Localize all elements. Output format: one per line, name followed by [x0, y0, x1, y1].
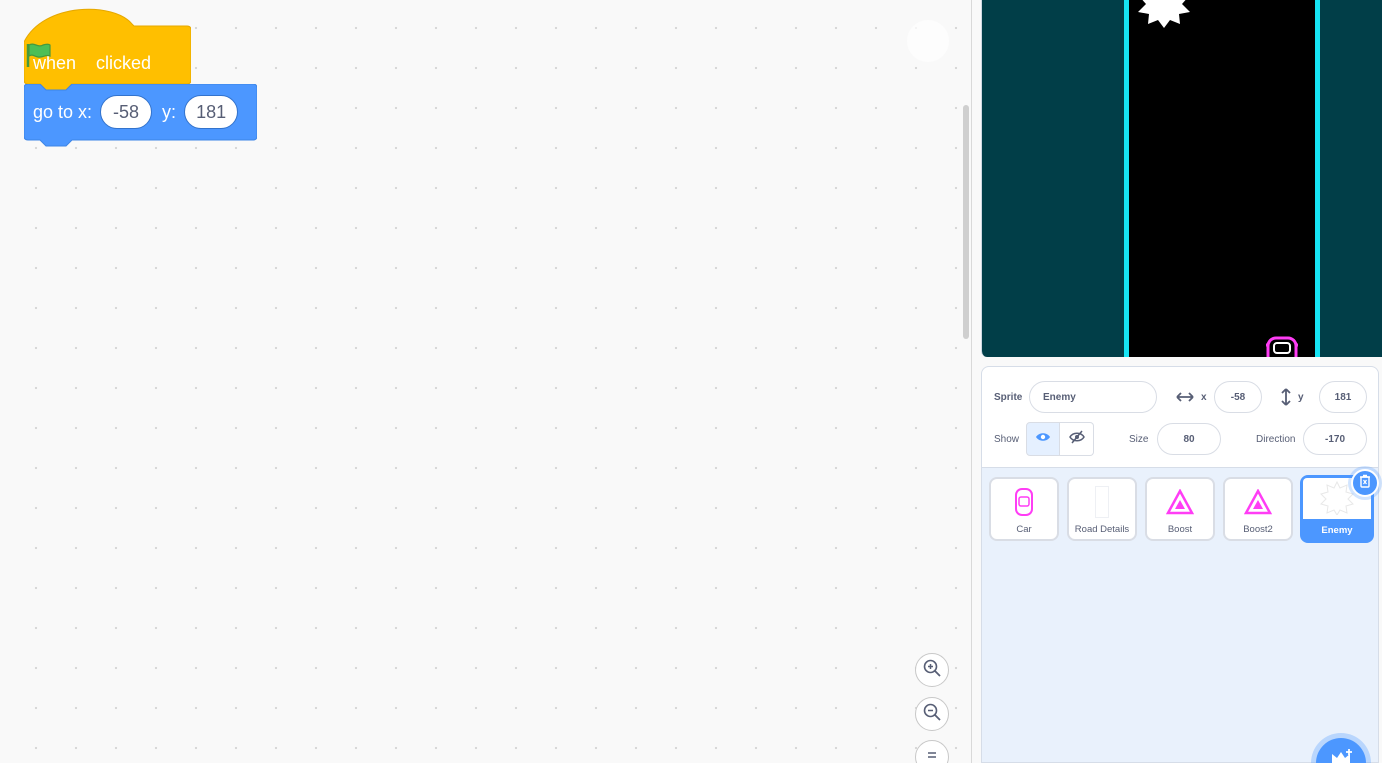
sprite-tile-name: Car: [1016, 524, 1032, 535]
enemy-thumbnail: [1320, 481, 1354, 515]
road: [1124, 0, 1320, 357]
y-arrows-icon: [1279, 387, 1293, 412]
x-input[interactable]: -58: [100, 95, 153, 129]
y-label: y:: [162, 101, 177, 122]
zoom-in-icon: [922, 658, 942, 683]
hat-block-content: when clicked: [24, 42, 151, 84]
clicked-label: clicked: [96, 52, 152, 73]
road-details-thumbnail: [1085, 485, 1119, 519]
car-sprite[interactable]: [1265, 335, 1299, 357]
trash-icon: [1358, 474, 1372, 493]
workspace-scrollbar[interactable]: [963, 105, 969, 339]
x-arrows-icon: [1175, 388, 1195, 411]
car-thumbnail: [1007, 485, 1041, 519]
scratch-editor: when clicked go to x: -58 y: 181 Sprite …: [0, 0, 1382, 763]
code-workspace[interactable]: when clicked go to x: -58 y: 181: [0, 0, 972, 763]
eye-hidden-icon: [1068, 430, 1085, 449]
show-visible-button[interactable]: [1026, 422, 1060, 456]
enemy-sprite[interactable]: [1134, 0, 1194, 28]
workspace-faint-indicator: [907, 20, 949, 62]
sprite-tile-boost2[interactable]: Boost2: [1223, 477, 1293, 541]
stage[interactable]: [981, 0, 1382, 357]
eye-icon: [1035, 430, 1051, 448]
sprite-info-panel: Sprite Enemy x -58 y 181 Show Size 80 Di…: [981, 366, 1379, 468]
sprite-list-panel: Car Road Details Boost Boost2 Enemy: [981, 467, 1379, 763]
y-label: y: [1298, 392, 1304, 403]
x-label: x: [1201, 392, 1207, 403]
zoom-out-button[interactable]: [915, 697, 949, 731]
when-flag-clicked-block[interactable]: when clicked: [24, 8, 191, 91]
zoom-out-icon: [922, 702, 942, 727]
boost-thumbnail: [1163, 485, 1197, 519]
go-to-content: go to x: -58 y: 181: [24, 84, 239, 140]
sprite-tile-car[interactable]: Car: [989, 477, 1059, 541]
sprite-name-input[interactable]: Enemy: [1029, 381, 1157, 413]
sprite-tile-name: Boost: [1167, 524, 1193, 535]
x-position-input[interactable]: -58: [1214, 381, 1262, 413]
y-position-input[interactable]: 181: [1319, 381, 1367, 413]
sprite-tile-road-details[interactable]: Road Details: [1067, 477, 1137, 541]
add-sprite-icon: [1328, 748, 1354, 763]
sprite-tile-name: Boost2: [1243, 524, 1273, 535]
sprite-tile-boost[interactable]: Boost: [1145, 477, 1215, 541]
sprite-tile-name: Road Details: [1074, 524, 1130, 535]
zoom-in-button[interactable]: [915, 653, 949, 687]
size-label: Size: [1129, 434, 1149, 445]
show-label: Show: [994, 434, 1020, 445]
y-input[interactable]: 181: [184, 95, 239, 129]
go-to-xy-block[interactable]: go to x: -58 y: 181: [24, 84, 257, 151]
size-input[interactable]: 80: [1157, 423, 1221, 455]
show-hidden-button[interactable]: [1060, 422, 1094, 456]
go-to-x-label: go to x:: [33, 101, 93, 122]
zoom-reset-icon: [922, 745, 942, 763]
boost2-thumbnail: [1241, 485, 1275, 519]
delete-sprite-button[interactable]: [1351, 469, 1379, 497]
sprite-tile-name: Enemy: [1321, 525, 1353, 536]
direction-input[interactable]: -170: [1303, 423, 1367, 455]
sprite-label: Sprite: [994, 392, 1023, 403]
zoom-reset-button[interactable]: [915, 740, 949, 763]
direction-label: Direction: [1256, 434, 1296, 445]
